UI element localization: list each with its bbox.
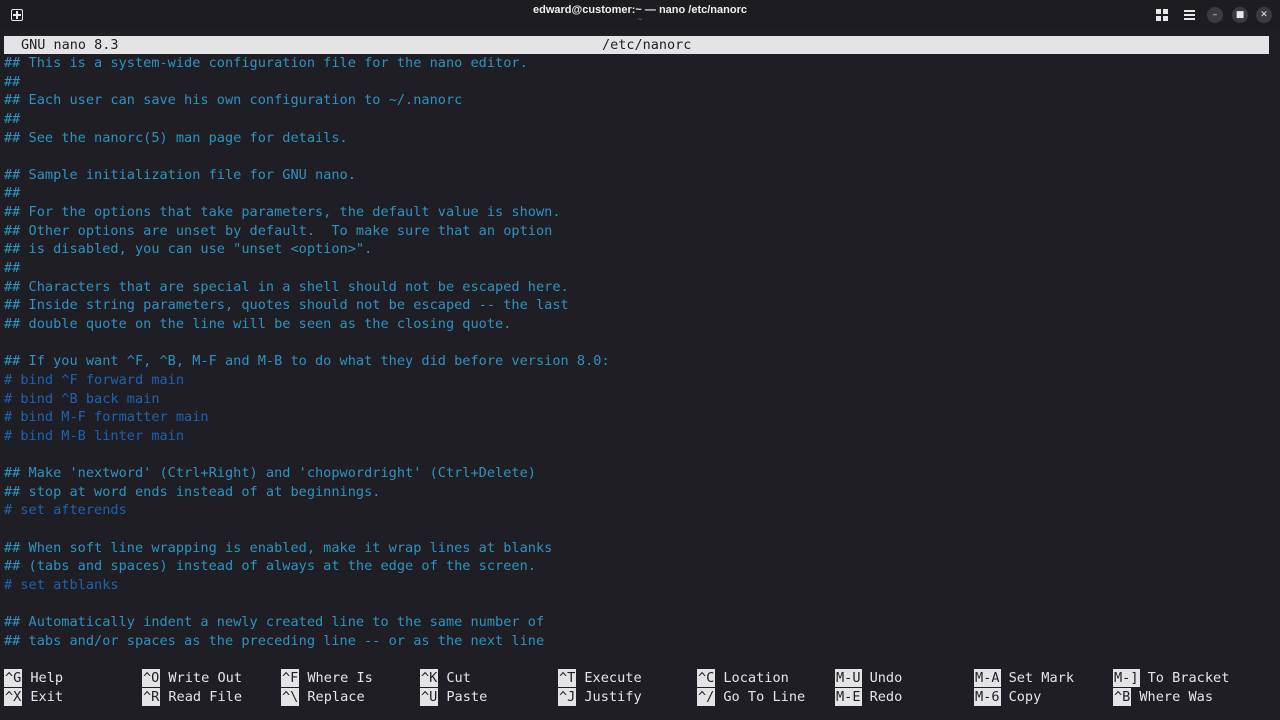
shortcut-key: ^R	[142, 688, 161, 706]
shortcut-item[interactable]: ^J Justify	[558, 688, 642, 706]
shortcut-label: Where Is	[307, 670, 373, 686]
shortcut-key: ^G	[4, 669, 23, 687]
shortcut-key: ^T	[558, 669, 577, 687]
shortcut-item[interactable]: M-E Redo	[835, 688, 902, 706]
editor-line[interactable]: ## Characters that are special in a shel…	[4, 278, 1274, 297]
shortcut-item[interactable]: ^X Exit	[4, 688, 63, 706]
editor-line[interactable]: # set atblanks	[4, 576, 1274, 595]
shortcut-label: Location	[723, 670, 789, 686]
shortcut-key: ^K	[420, 669, 439, 687]
shortcut-key: M-]	[1113, 669, 1140, 687]
shortcut-label: Cut	[446, 670, 471, 686]
shortcut-item[interactable]: ^K Cut	[420, 669, 471, 687]
editor-line[interactable]: ## Make 'nextword' (Ctrl+Right) and 'cho…	[4, 464, 1274, 483]
shortcut-label: Justify	[584, 689, 642, 705]
shortcut-item[interactable]: M-U Undo	[835, 669, 902, 687]
shortcut-label: Set Mark	[1008, 670, 1075, 686]
editor-line[interactable]: ## This is a system-wide configuration f…	[4, 54, 1274, 73]
shortcut-key: M-E	[835, 688, 862, 706]
editor-line[interactable]	[4, 334, 1274, 353]
hamburger-menu-icon[interactable]	[1181, 7, 1197, 23]
shortcut-item[interactable]: M-] To Bracket	[1113, 669, 1229, 687]
shortcut-label: Redo	[869, 689, 903, 705]
editor-line[interactable]: # set afterends	[4, 501, 1274, 520]
shortcut-key: ^J	[558, 688, 577, 706]
shortcut-key: ^O	[142, 669, 161, 687]
shortcut-label: Execute	[584, 670, 642, 686]
shortcut-label: Go To Line	[723, 689, 806, 705]
editor-line[interactable]: ## Automatically indent a newly created …	[4, 613, 1274, 632]
window-subtitle: ~	[637, 15, 643, 24]
editor-line[interactable]: ## (tabs and spaces) instead of always a…	[4, 557, 1274, 576]
shortcut-item[interactable]: M-A Set Mark	[974, 669, 1074, 687]
shortcut-label: Write Out	[168, 670, 243, 686]
editor-line[interactable]: ## is disabled, you can use "unset <opti…	[4, 240, 1274, 259]
editor-line[interactable]: ## If you want ^F, ^B, M-F and M-B to do…	[4, 352, 1274, 371]
editor-line[interactable]: ## double quote on the line will be seen…	[4, 315, 1274, 334]
shortcut-key: ^X	[4, 688, 23, 706]
shortcut-key: ^\	[281, 688, 300, 706]
editor-line[interactable]: ## Inside string parameters, quotes shou…	[4, 296, 1274, 315]
shortcut-item[interactable]: ^G Help	[4, 669, 63, 687]
editor-text-area[interactable]: ## This is a system-wide configuration f…	[4, 54, 1274, 651]
shortcut-key: ^B	[1113, 688, 1132, 706]
shortcut-label: Undo	[869, 670, 903, 686]
shortcut-item[interactable]: ^O Write Out	[142, 669, 242, 687]
editor-line[interactable]: ## tabs and/or spaces as the preceding l…	[4, 632, 1274, 651]
editor-line[interactable]	[4, 445, 1274, 464]
editor-line[interactable]: ##	[4, 73, 1274, 92]
grid-view-icon[interactable]	[1154, 7, 1170, 23]
shortcut-item[interactable]: ^T Execute	[558, 669, 642, 687]
shortcut-item[interactable]: ^B Where Was	[1113, 688, 1213, 706]
editor-line[interactable]: ## For the options that take parameters,…	[4, 203, 1274, 222]
shortcut-label: Read File	[168, 689, 243, 705]
shortcut-key: M-6	[974, 688, 1001, 706]
editor-line[interactable]: ## Other options are unset by default. T…	[4, 222, 1274, 241]
editor-line[interactable]: ##	[4, 110, 1274, 129]
minimize-icon[interactable]: –	[1207, 7, 1223, 23]
editor-line[interactable]	[4, 520, 1274, 539]
editor-line[interactable]: ##	[4, 184, 1274, 203]
editor-line[interactable]: # bind M-B linter main	[4, 427, 1274, 446]
shortcut-key: ^F	[281, 669, 300, 687]
editor-line[interactable]: # bind ^F forward main	[4, 371, 1274, 390]
window-titlebar: edward@customer:~ — nano /etc/nanorc ~ –…	[0, 0, 1280, 30]
shortcut-key: ^C	[697, 669, 716, 687]
file-name: /etc/nanorc	[602, 37, 692, 53]
shortcut-label: Help	[30, 670, 64, 686]
editor-line[interactable]: # bind M-F formatter main	[4, 408, 1274, 427]
shortcut-item[interactable]: ^C Location	[697, 669, 789, 687]
shortcut-label: Paste	[446, 689, 488, 705]
shortcut-label: To Bracket	[1147, 670, 1230, 686]
editor-line[interactable]: ## Each user can save his own configurat…	[4, 91, 1274, 110]
shortcut-item[interactable]: ^/ Go To Line	[697, 688, 805, 706]
editor-line[interactable]	[4, 595, 1274, 614]
shortcut-label: Replace	[307, 689, 365, 705]
shortcut-item[interactable]: M-6 Copy	[974, 688, 1041, 706]
editor-line[interactable]: # bind ^B back main	[4, 390, 1274, 409]
shortcut-label: Where Was	[1139, 689, 1214, 705]
close-icon[interactable]: ✕	[1256, 7, 1272, 23]
nano-header-bar: GNU nano 8.3 /etc/nanorc	[4, 36, 1269, 54]
shortcut-label: Copy	[1008, 689, 1042, 705]
shortcut-key: M-U	[835, 669, 862, 687]
shortcut-key: ^U	[420, 688, 439, 706]
editor-line[interactable]: ## Sample initialization file for GNU na…	[4, 166, 1274, 185]
editor-line[interactable]: ##	[4, 259, 1274, 278]
nano-version: GNU nano 8.3	[21, 37, 119, 53]
editor-line[interactable]	[4, 147, 1274, 166]
shortcut-item[interactable]: ^F Where Is	[281, 669, 373, 687]
shortcut-item[interactable]: ^R Read File	[142, 688, 242, 706]
maximize-icon[interactable]: ■	[1232, 7, 1248, 23]
shortcut-item[interactable]: ^U Paste	[420, 688, 487, 706]
editor-line[interactable]: ## stop at word ends instead of at begin…	[4, 483, 1274, 502]
editor-line[interactable]: ## See the nanorc(5) man page for detail…	[4, 129, 1274, 148]
shortcut-key: ^/	[697, 688, 716, 706]
shortcut-label: Exit	[30, 689, 64, 705]
shortcut-key: M-A	[974, 669, 1001, 687]
editor-line[interactable]: ## When soft line wrapping is enabled, m…	[4, 539, 1274, 558]
shortcut-bar: ^G Help ^X Exit ^O Write Out ^R Read File ^F Wher…	[4, 669, 1276, 709]
shortcut-item[interactable]: ^\ Replace	[281, 688, 365, 706]
